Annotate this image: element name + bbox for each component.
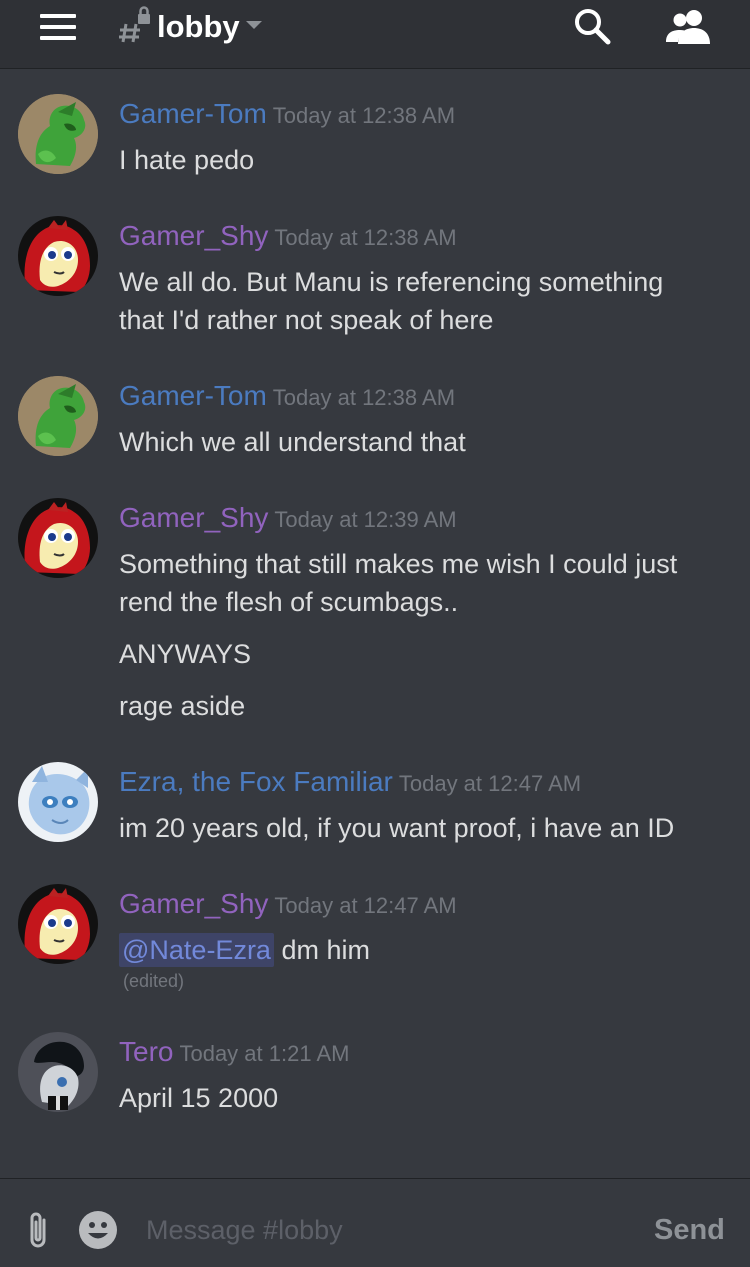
author-name[interactable]: Gamer_Shy [119, 888, 268, 919]
message-input[interactable] [140, 1209, 622, 1251]
timestamp: Today at 12:38 AM [272, 385, 456, 410]
blue-fox-avatar[interactable] [18, 762, 98, 842]
message-text: im 20 years old, if you want proof, i ha… [119, 813, 675, 843]
message-text: that I'd rather not speak of here [119, 305, 494, 335]
timestamp: Today at 12:39 AM [274, 507, 457, 532]
channel-title[interactable]: lobby [157, 7, 240, 47]
message-text-segment: dm him [273, 935, 370, 965]
edited-label: (edited) [123, 971, 185, 991]
message-composer: Send [0, 1178, 750, 1267]
timestamp: Today at 12:38 AM [274, 225, 457, 250]
timestamp: Today at 12:47 AM [274, 893, 457, 918]
yellow-red-pony-avatar[interactable] [18, 884, 98, 964]
author-name[interactable]: Gamer_Shy [119, 502, 268, 533]
search-icon[interactable] [572, 6, 612, 46]
message-item: Ezra, the Fox Familiar Today at 12:47 AM … [0, 762, 750, 852]
chevron-down-icon[interactable] [244, 18, 264, 32]
timestamp: Today at 1:21 AM [179, 1041, 350, 1066]
green-pony-avatar[interactable] [18, 94, 98, 174]
paperclip-icon[interactable] [24, 1210, 52, 1250]
channel-header: lobby [0, 0, 750, 69]
members-icon[interactable] [664, 8, 712, 44]
message-list[interactable]: Gamer-Tom Today at 12:38 AM I hate pedo G… [0, 70, 750, 1178]
send-button[interactable]: Send [654, 1209, 725, 1251]
author-name[interactable]: Tero [119, 1036, 173, 1067]
timestamp: Today at 12:47 AM [398, 771, 582, 796]
emoji-icon[interactable] [78, 1210, 118, 1250]
timestamp: Today at 12:38 AM [272, 103, 456, 128]
hamburger-menu-icon[interactable] [40, 14, 78, 40]
message-text: April 15 2000 [119, 1083, 279, 1113]
message-text: rend the flesh of scumbags.. [119, 587, 459, 617]
message-item: Gamer_Shy Today at 12:47 AM @Nate-Ezra dm… [0, 884, 750, 994]
yellow-red-pony-avatar[interactable] [18, 216, 98, 296]
author-name[interactable]: Gamer-Tom [119, 98, 267, 129]
message-text: ANYWAYS [119, 639, 252, 669]
message-text: Something that still makes me wish I cou… [119, 549, 678, 579]
user-mention[interactable]: @Nate-Ezra [119, 933, 274, 967]
author-name[interactable]: Gamer-Tom [119, 380, 267, 411]
message-text: Which we all understand that [119, 427, 466, 457]
message-item: Gamer-Tom Today at 12:38 AM Which we all … [0, 376, 750, 466]
green-pony-avatar[interactable] [18, 376, 98, 456]
author-name[interactable]: Gamer_Shy [119, 220, 268, 251]
message-item: Gamer_Shy Today at 12:38 AM We all do. Bu… [0, 216, 750, 346]
message-text: We all do. But Manu is referencing somet… [119, 267, 664, 297]
author-name[interactable]: Ezra, the Fox Familiar [119, 766, 393, 797]
message-text: I hate pedo [119, 145, 255, 175]
message-item: Gamer-Tom Today at 12:38 AM I hate pedo [0, 94, 750, 184]
locked-hash-icon [119, 6, 150, 43]
message-item: Gamer_Shy Today at 12:39 AM Something tha… [0, 498, 750, 728]
message-text: @Nate-Ezra dm him [119, 931, 370, 969]
message-text: rage aside [119, 691, 246, 721]
dark-pony-avatar[interactable] [18, 1032, 98, 1112]
yellow-red-pony-avatar[interactable] [18, 498, 98, 578]
message-item: Tero Today at 1:21 AM April 15 2000 [0, 1032, 750, 1122]
